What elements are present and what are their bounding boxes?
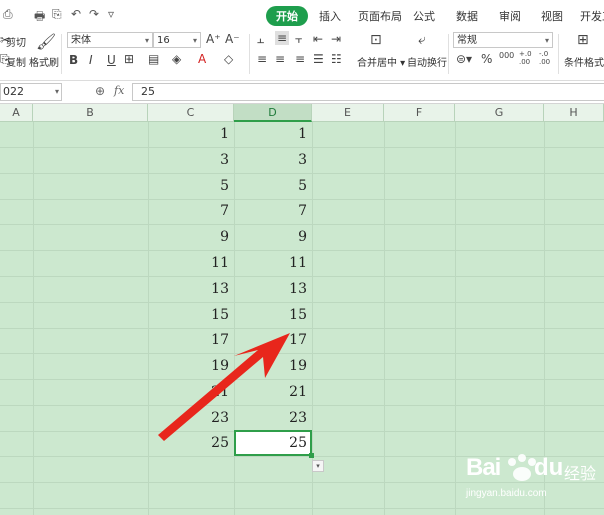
watermark-brand-suffix: du: [534, 454, 564, 481]
arrow-shape: [158, 333, 290, 441]
annotation-arrow: [158, 333, 290, 441]
watermark-jingyan: 经验: [564, 464, 597, 483]
watermark-url: jingyan.baidu.com: [466, 488, 547, 499]
baidu-watermark: Bai du 经验 jingyan.baidu.com: [462, 450, 602, 510]
watermark-brand: Bai: [466, 454, 501, 481]
